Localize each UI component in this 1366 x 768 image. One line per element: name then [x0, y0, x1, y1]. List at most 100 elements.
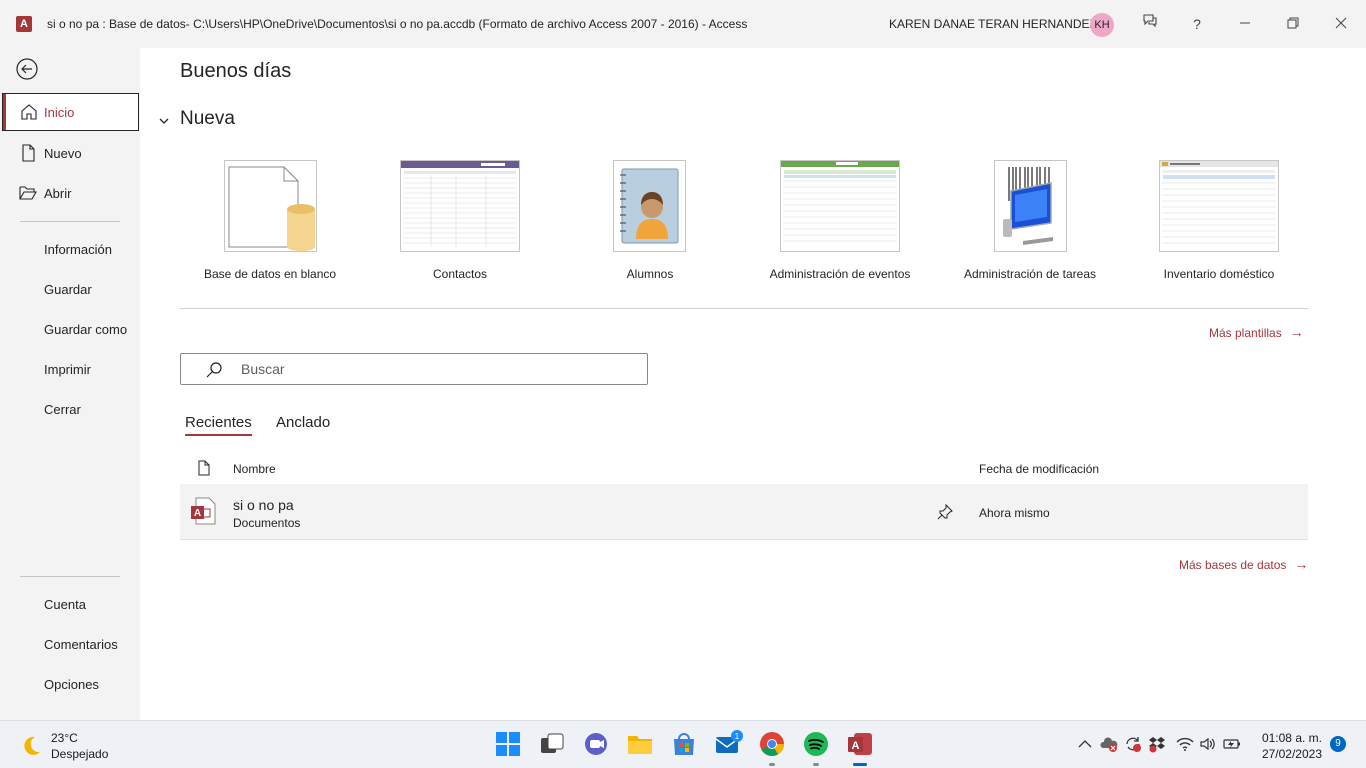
contacts-thumbnail: [400, 160, 520, 252]
window-title: si o no pa : Base de datos- C:\Users\HP\…: [47, 17, 748, 31]
pin-icon[interactable]: [937, 503, 953, 520]
arrow-right-icon: →: [1294, 556, 1309, 572]
file-icon: [198, 460, 210, 476]
column-header-name[interactable]: Nombre: [233, 462, 276, 476]
search-box[interactable]: [180, 353, 648, 385]
sidebar-item-comentarios[interactable]: Comentarios: [0, 625, 140, 663]
mail-badge: 1: [735, 732, 740, 741]
sidebar-item-label: Abrir: [44, 186, 72, 201]
template-contactos[interactable]: Contactos: [375, 160, 545, 290]
students-thumbnail: [613, 160, 686, 252]
backstage-sidebar: Inicio Nuevo Abrir Información Guardar G…: [0, 48, 140, 720]
more-templates-link[interactable]: Más plantillas →: [1209, 324, 1304, 340]
sidebar-item-guardar[interactable]: Guardar: [0, 270, 140, 308]
file-modified: Ahora mismo: [979, 506, 1050, 520]
events-thumbnail: [780, 160, 900, 252]
svg-text:A: A: [194, 508, 201, 519]
sidebar-item-label: Nuevo: [44, 146, 82, 161]
restore-button[interactable]: [1279, 10, 1307, 38]
sidebar-item-cuenta[interactable]: Cuenta: [0, 585, 140, 623]
new-file-icon: [19, 144, 37, 162]
weather-temperature: 23°C: [51, 731, 78, 745]
template-name: Contactos: [432, 267, 488, 281]
mail-icon[interactable]: 1: [713, 729, 743, 759]
help-icon[interactable]: ?: [1183, 10, 1211, 38]
sync-icon[interactable]: [1124, 735, 1142, 753]
access-app-icon: A: [16, 16, 32, 32]
list-header: Nombre Fecha de modificación: [180, 458, 1308, 482]
sidebar-item-abrir[interactable]: Abrir: [0, 174, 140, 212]
start-icon[interactable]: [493, 729, 523, 759]
sidebar-item-label: Comentarios: [44, 637, 118, 652]
sidebar-item-informacion[interactable]: Información: [0, 230, 140, 268]
sidebar-item-inicio[interactable]: Inicio: [2, 93, 139, 131]
avatar[interactable]: KH: [1090, 13, 1114, 37]
tab-anclado[interactable]: Anclado: [276, 414, 330, 431]
tab-recientes[interactable]: Recientes: [185, 414, 252, 436]
teams-chat-icon[interactable]: [581, 729, 611, 759]
chevron-up-icon[interactable]: [1076, 735, 1094, 753]
home-pane: Buenos días Nueva Base de datos en blanc…: [140, 48, 1366, 720]
template-administracion-eventos[interactable]: Administración de eventos: [755, 160, 925, 290]
account-name[interactable]: KAREN DANAE TERAN HERNANDEZ: [889, 17, 1097, 31]
chevron-down-icon[interactable]: [158, 114, 170, 126]
sidebar-item-label: Inicio: [44, 105, 75, 120]
sidebar-divider: [20, 576, 120, 577]
blank-database-thumbnail: [224, 160, 317, 252]
sidebar-item-label: Cerrar: [44, 402, 81, 417]
section-divider: [180, 308, 1308, 309]
volume-icon[interactable]: [1199, 735, 1217, 753]
minimize-button[interactable]: [1231, 10, 1259, 38]
microsoft-store-icon[interactable]: [669, 729, 699, 759]
search-icon: [205, 361, 223, 379]
taskbar: 23°C Despejado 1 A 01:08 a. m. 27/02/202…: [0, 720, 1366, 768]
sidebar-item-opciones[interactable]: Opciones: [0, 665, 140, 703]
notification-badge[interactable]: 9: [1330, 736, 1346, 752]
spotify-icon[interactable]: [801, 729, 831, 766]
file-explorer-icon[interactable]: [625, 729, 655, 759]
wifi-icon[interactable]: [1176, 735, 1194, 753]
template-administracion-tareas[interactable]: Administración de tareas: [945, 160, 1115, 290]
sidebar-divider: [20, 221, 120, 222]
sidebar-item-nuevo[interactable]: Nuevo: [0, 134, 140, 172]
moon-icon: [20, 735, 42, 757]
battery-icon[interactable]: [1223, 735, 1241, 753]
sidebar-item-label: Opciones: [44, 677, 99, 692]
tasks-thumbnail: [994, 160, 1067, 252]
greeting-heading: Buenos días: [180, 60, 292, 82]
onedrive-icon[interactable]: [1100, 735, 1118, 753]
inventory-thumbnail: [1159, 160, 1279, 252]
template-name: Alumnos: [626, 267, 674, 281]
access-taskbar-icon[interactable]: A: [845, 729, 875, 766]
weather-widget[interactable]: 23°C Despejado: [20, 731, 140, 761]
clock-date: 27/02/2023: [1261, 747, 1322, 761]
back-arrow-icon[interactable]: [16, 58, 38, 80]
new-section-title: Nueva: [180, 108, 235, 129]
search-input[interactable]: [241, 359, 621, 379]
recent-file-row[interactable]: A si o no pa Documentos Ahora mismo: [180, 484, 1308, 540]
dropbox-icon[interactable]: [1148, 735, 1166, 753]
access-file-icon: A: [190, 497, 216, 525]
template-blank-database[interactable]: Base de datos en blanco: [185, 160, 355, 290]
svg-text:A: A: [852, 740, 860, 752]
arrow-right-icon: →: [1289, 324, 1304, 340]
sidebar-item-cerrar[interactable]: Cerrar: [0, 390, 140, 428]
template-inventario-domestico[interactable]: Inventario doméstico: [1134, 160, 1304, 290]
more-databases-link[interactable]: Más bases de datos →: [1179, 556, 1308, 572]
sidebar-item-label: Información: [44, 242, 112, 257]
system-clock[interactable]: 01:08 a. m. 27/02/2023: [1250, 730, 1322, 762]
more-databases-label: Más bases de datos: [1179, 558, 1287, 572]
column-header-date[interactable]: Fecha de modificación: [979, 462, 1099, 476]
feedback-icon[interactable]: [1136, 10, 1164, 38]
sidebar-item-label: Guardar: [44, 282, 92, 297]
sidebar-item-label: Cuenta: [44, 597, 86, 612]
sidebar-item-guardar-como[interactable]: Guardar como: [0, 310, 140, 348]
clock-time: 01:08 a. m.: [1261, 731, 1322, 745]
task-view-icon[interactable]: [537, 729, 567, 759]
close-button[interactable]: [1327, 10, 1355, 38]
template-alumnos[interactable]: Alumnos: [565, 160, 735, 290]
weather-condition: Despejado: [51, 747, 109, 761]
sidebar-item-imprimir[interactable]: Imprimir: [0, 350, 140, 388]
template-name: Administración de tareas: [963, 267, 1097, 281]
chrome-icon[interactable]: [757, 729, 787, 766]
